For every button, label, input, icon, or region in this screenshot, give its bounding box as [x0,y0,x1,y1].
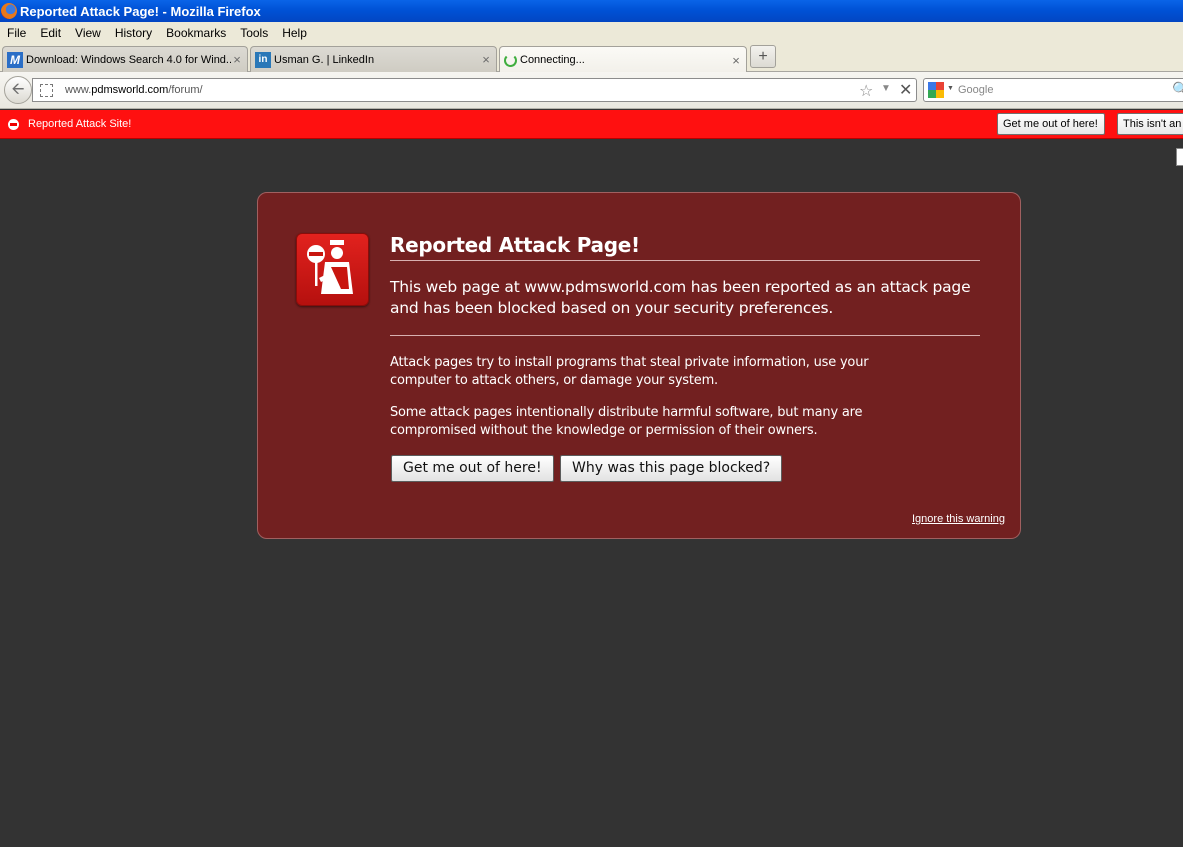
attack-site-icon [296,233,369,306]
menu-edit[interactable]: Edit [33,26,68,40]
paragraph-line: compromised without the knowledge or per… [390,423,818,438]
get-out-button[interactable]: Get me out of here! [391,455,554,482]
menu-bookmarks[interactable]: Bookmarks [159,26,233,40]
search-bar[interactable]: ▼ Google 🔍 [923,78,1183,102]
url-bar[interactable]: www.pdmsworld.com/forum/ ☆ ▼ ✕ [32,78,917,102]
notification-text: Reported Attack Site! [28,118,132,130]
title-bar: Reported Attack Page! - Mozilla Firefox [0,0,1183,22]
menu-tools[interactable]: Tools [233,26,275,40]
tab-label: Connecting... [520,54,585,66]
url-prefix: www. [65,84,92,96]
tab-linkedin[interactable]: in Usman G. | LinkedIn × [250,46,497,72]
paragraph-line: computer to attack others, or damage you… [390,373,718,388]
google-icon[interactable] [928,82,944,98]
site-identity-icon[interactable] [40,84,53,97]
error-title: Reported Attack Page! [390,233,980,261]
url-input[interactable]: www.pdmsworld.com/forum/ [65,79,845,101]
error-desc-line: This web page at www.pdmsworld.com has b… [390,278,971,296]
search-icon[interactable]: 🔍 [1172,81,1183,98]
tooltip-edge [1176,148,1183,166]
back-arrow-icon: 🡨 [11,81,25,98]
warning-icon [8,119,19,130]
menu-view[interactable]: View [68,26,108,40]
msn-favicon-icon: M [7,51,23,68]
tab-close-icon[interactable]: × [480,52,492,67]
error-box: Reported Attack Page! This web page at w… [257,192,1021,539]
url-domain: pdmsworld.com [91,84,169,96]
back-button[interactable]: 🡨 [4,76,32,104]
tab-close-icon[interactable]: × [231,52,243,67]
error-description: This web page at www.pdmsworld.com has b… [390,277,980,319]
tab-close-icon[interactable]: × [730,53,742,68]
menu-file[interactable]: File [0,26,33,40]
error-paragraph: Some attack pages intentionally distribu… [390,404,900,440]
menu-bar: File Edit View History Bookmarks Tools H… [0,22,1183,44]
window-title: Reported Attack Page! - Mozilla Firefox [20,3,261,19]
tab-connecting[interactable]: Connecting... × [499,46,747,73]
divider [390,335,980,336]
new-tab-button[interactable]: + [750,45,776,68]
error-paragraph: Attack pages try to install programs tha… [390,354,900,390]
linkedin-favicon-icon: in [255,51,271,68]
menu-help[interactable]: Help [275,26,314,40]
engine-dropdown-icon[interactable]: ▼ [947,85,954,92]
error-desc-line: and has been blocked based on your secur… [390,299,834,317]
stop-icon[interactable]: ✕ [899,80,912,100]
url-path: /forum/ [168,84,203,96]
bookmark-star-icon[interactable]: ☆ [859,81,873,101]
paragraph-line: Attack pages try to install programs tha… [390,355,869,370]
ignore-warning-link[interactable]: Ignore this warning [912,513,1005,525]
tab-strip: M Download: Windows Search 4.0 for Wind.… [0,44,1183,73]
firefox-logo-icon [1,3,17,19]
why-blocked-button[interactable]: Why was this page blocked? [560,455,783,482]
url-dropdown-icon[interactable]: ▼ [881,83,891,94]
not-attack-site-button[interactable]: This isn't an attack site [1117,113,1183,135]
navigation-bar: 🡨 www.pdmsworld.com/forum/ ☆ ▼ ✕ ▼ Googl… [0,72,1183,109]
tab-windows-search[interactable]: M Download: Windows Search 4.0 for Wind.… [2,46,248,72]
paragraph-line: Some attack pages intentionally distribu… [390,405,863,420]
tab-label: Usman G. | LinkedIn [274,53,375,66]
notification-bar: Reported Attack Site! Get me out of here… [0,110,1183,139]
tab-label: Download: Windows Search 4.0 for Wind... [26,53,231,66]
search-input[interactable]: Google [958,79,993,101]
loading-spinner-icon [504,53,517,67]
notif-get-out-button[interactable]: Get me out of here! [997,113,1105,135]
menu-history[interactable]: History [108,26,159,40]
